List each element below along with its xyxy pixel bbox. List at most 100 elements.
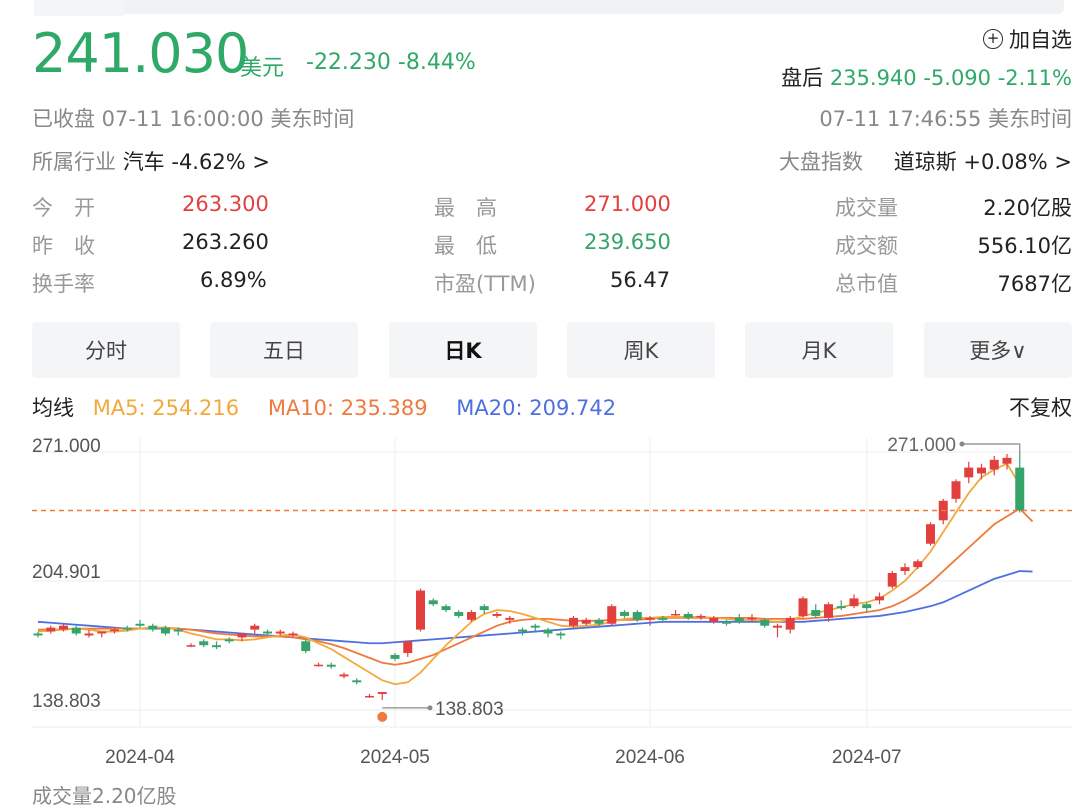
candle-body <box>263 631 272 634</box>
candle-body <box>33 633 43 636</box>
market-index-link[interactable]: 大盘指数 道琼斯 +0.08% > <box>779 146 1072 176</box>
stat-volume: 成交量 <box>835 192 898 222</box>
stat-pe: 市盈(TTM) <box>434 268 536 298</box>
stat-turnover-value: 6.89% <box>200 268 267 292</box>
candle-body <box>492 613 502 616</box>
candle-body <box>110 629 119 632</box>
candle-body <box>377 692 387 695</box>
candle-body <box>836 606 846 609</box>
tab-weekly-k[interactable]: 周K <box>567 322 715 378</box>
candle-body <box>875 596 884 601</box>
kline-chart[interactable]: 271.000 204.901 138.803 2024-04 2024-05 2024-… <box>0 430 1080 775</box>
add-watchlist-label: 加自选 <box>1009 28 1072 52</box>
candle-body <box>148 625 158 630</box>
stat-pe-value: 56.47 <box>610 268 671 292</box>
candle-body <box>288 633 298 636</box>
stat-volume-value: 2.20亿股 <box>983 196 1072 220</box>
stat-prev-label: 昨 收 <box>32 234 95 258</box>
tab-five-day[interactable]: 五日 <box>210 322 358 378</box>
stat-amount: 成交额 <box>835 230 898 260</box>
stat-high: 最 高 <box>434 192 497 222</box>
stat-turnover-label: 换手率 <box>32 272 95 296</box>
tab-more[interactable]: 更多∨ <box>924 322 1072 378</box>
ma5-line <box>37 462 1021 686</box>
stat-low: 最 低 <box>434 230 497 260</box>
candle-body <box>479 606 489 611</box>
stat-prev-value: 263.260 <box>182 230 269 254</box>
stat-market-cap: 总市值 <box>835 268 898 298</box>
plus-circle-icon: + <box>983 29 1003 49</box>
x-tick-label: 2024-07 <box>832 747 902 768</box>
candle-body <box>785 617 795 630</box>
tab-monthly-k[interactable]: 月K <box>745 322 893 378</box>
market-status: 已收盘 07-11 16:00:00 美东时间 <box>32 107 355 131</box>
top-bar-left <box>34 0 124 16</box>
adjustment-selector[interactable]: 不复权 <box>1009 392 1072 422</box>
candle-body <box>607 606 617 624</box>
candle-body <box>84 633 94 636</box>
after-hours-value: 235.940 -5.090 -2.11% <box>829 66 1072 90</box>
candle-body <box>683 613 693 618</box>
stat-open-value: 263.300 <box>182 192 269 216</box>
candle-body <box>620 612 629 616</box>
top-bar <box>0 0 1080 16</box>
candle-body <box>46 627 56 632</box>
moving-average-legend: 均线 MA5: 254.216 MA10: 235.389 MA20: 209.… <box>32 392 638 422</box>
volume-label: 成交量2.20亿股 <box>32 784 177 808</box>
candle-body <box>798 598 808 616</box>
candle-body <box>773 625 782 628</box>
add-watchlist-button[interactable]: + 加自选 <box>983 24 1072 54</box>
stat-volume-label: 成交量 <box>835 196 898 220</box>
candle-body <box>441 606 451 611</box>
stat-open: 今 开 <box>32 192 95 222</box>
ma10-legend: MA10: 235.389 <box>267 396 428 420</box>
industry-link[interactable]: 所属行业 汽车 -4.62% > <box>32 146 270 176</box>
candle-body <box>518 629 527 632</box>
stat-market-cap-value: 7687亿 <box>997 272 1072 296</box>
candle-body <box>709 617 719 622</box>
candle-body <box>811 610 821 616</box>
candle-body <box>530 625 540 628</box>
stat-high-label: 最 高 <box>434 196 497 220</box>
candle-body <box>900 567 910 572</box>
candle-body <box>658 617 668 620</box>
candle-body <box>977 467 986 474</box>
candle-body <box>224 639 234 642</box>
candle-body <box>556 633 566 636</box>
market-index-value: 道琼斯 +0.08% > <box>893 150 1072 174</box>
candle-body <box>135 623 145 626</box>
tab-intraday[interactable]: 分时 <box>32 322 180 378</box>
y-tick-label: 138.803 <box>32 691 101 712</box>
candle-body <box>734 617 744 622</box>
candle-body <box>365 695 374 698</box>
candle-body <box>581 619 591 624</box>
candle-body <box>339 674 349 677</box>
candle-body <box>887 573 897 587</box>
candle-body <box>59 625 68 630</box>
tab-daily-k[interactable]: 日K <box>389 322 537 378</box>
candle-body <box>173 629 183 632</box>
candle-body <box>594 619 604 624</box>
stat-pe-label: 市盈(TTM) <box>434 272 536 296</box>
max-marker-dot <box>959 441 965 447</box>
candle-body <box>314 664 323 667</box>
ma-label: 均线 <box>32 396 74 420</box>
price-change: -22.230 -8.44% <box>306 50 476 75</box>
candle-body <box>467 612 476 620</box>
candle-body <box>454 612 464 616</box>
candle-body <box>1002 457 1012 464</box>
candle-body <box>250 625 260 630</box>
min-price-label: 138.803 <box>435 699 504 720</box>
industry-value: 汽车 -4.62% > <box>122 150 270 174</box>
candle-body <box>926 524 935 544</box>
stat-turnover: 换手率 <box>32 268 95 298</box>
stat-amount-label: 成交额 <box>835 234 898 258</box>
candle-body <box>71 627 81 634</box>
candle-body <box>824 604 833 618</box>
y-tick-label: 271.000 <box>32 436 101 457</box>
ma20-legend: MA20: 209.742 <box>456 396 617 420</box>
industry-label: 所属行业 <box>32 150 116 174</box>
candle-body <box>97 631 107 634</box>
max-price-label: 271.000 <box>887 435 956 456</box>
candle-body <box>569 617 578 626</box>
